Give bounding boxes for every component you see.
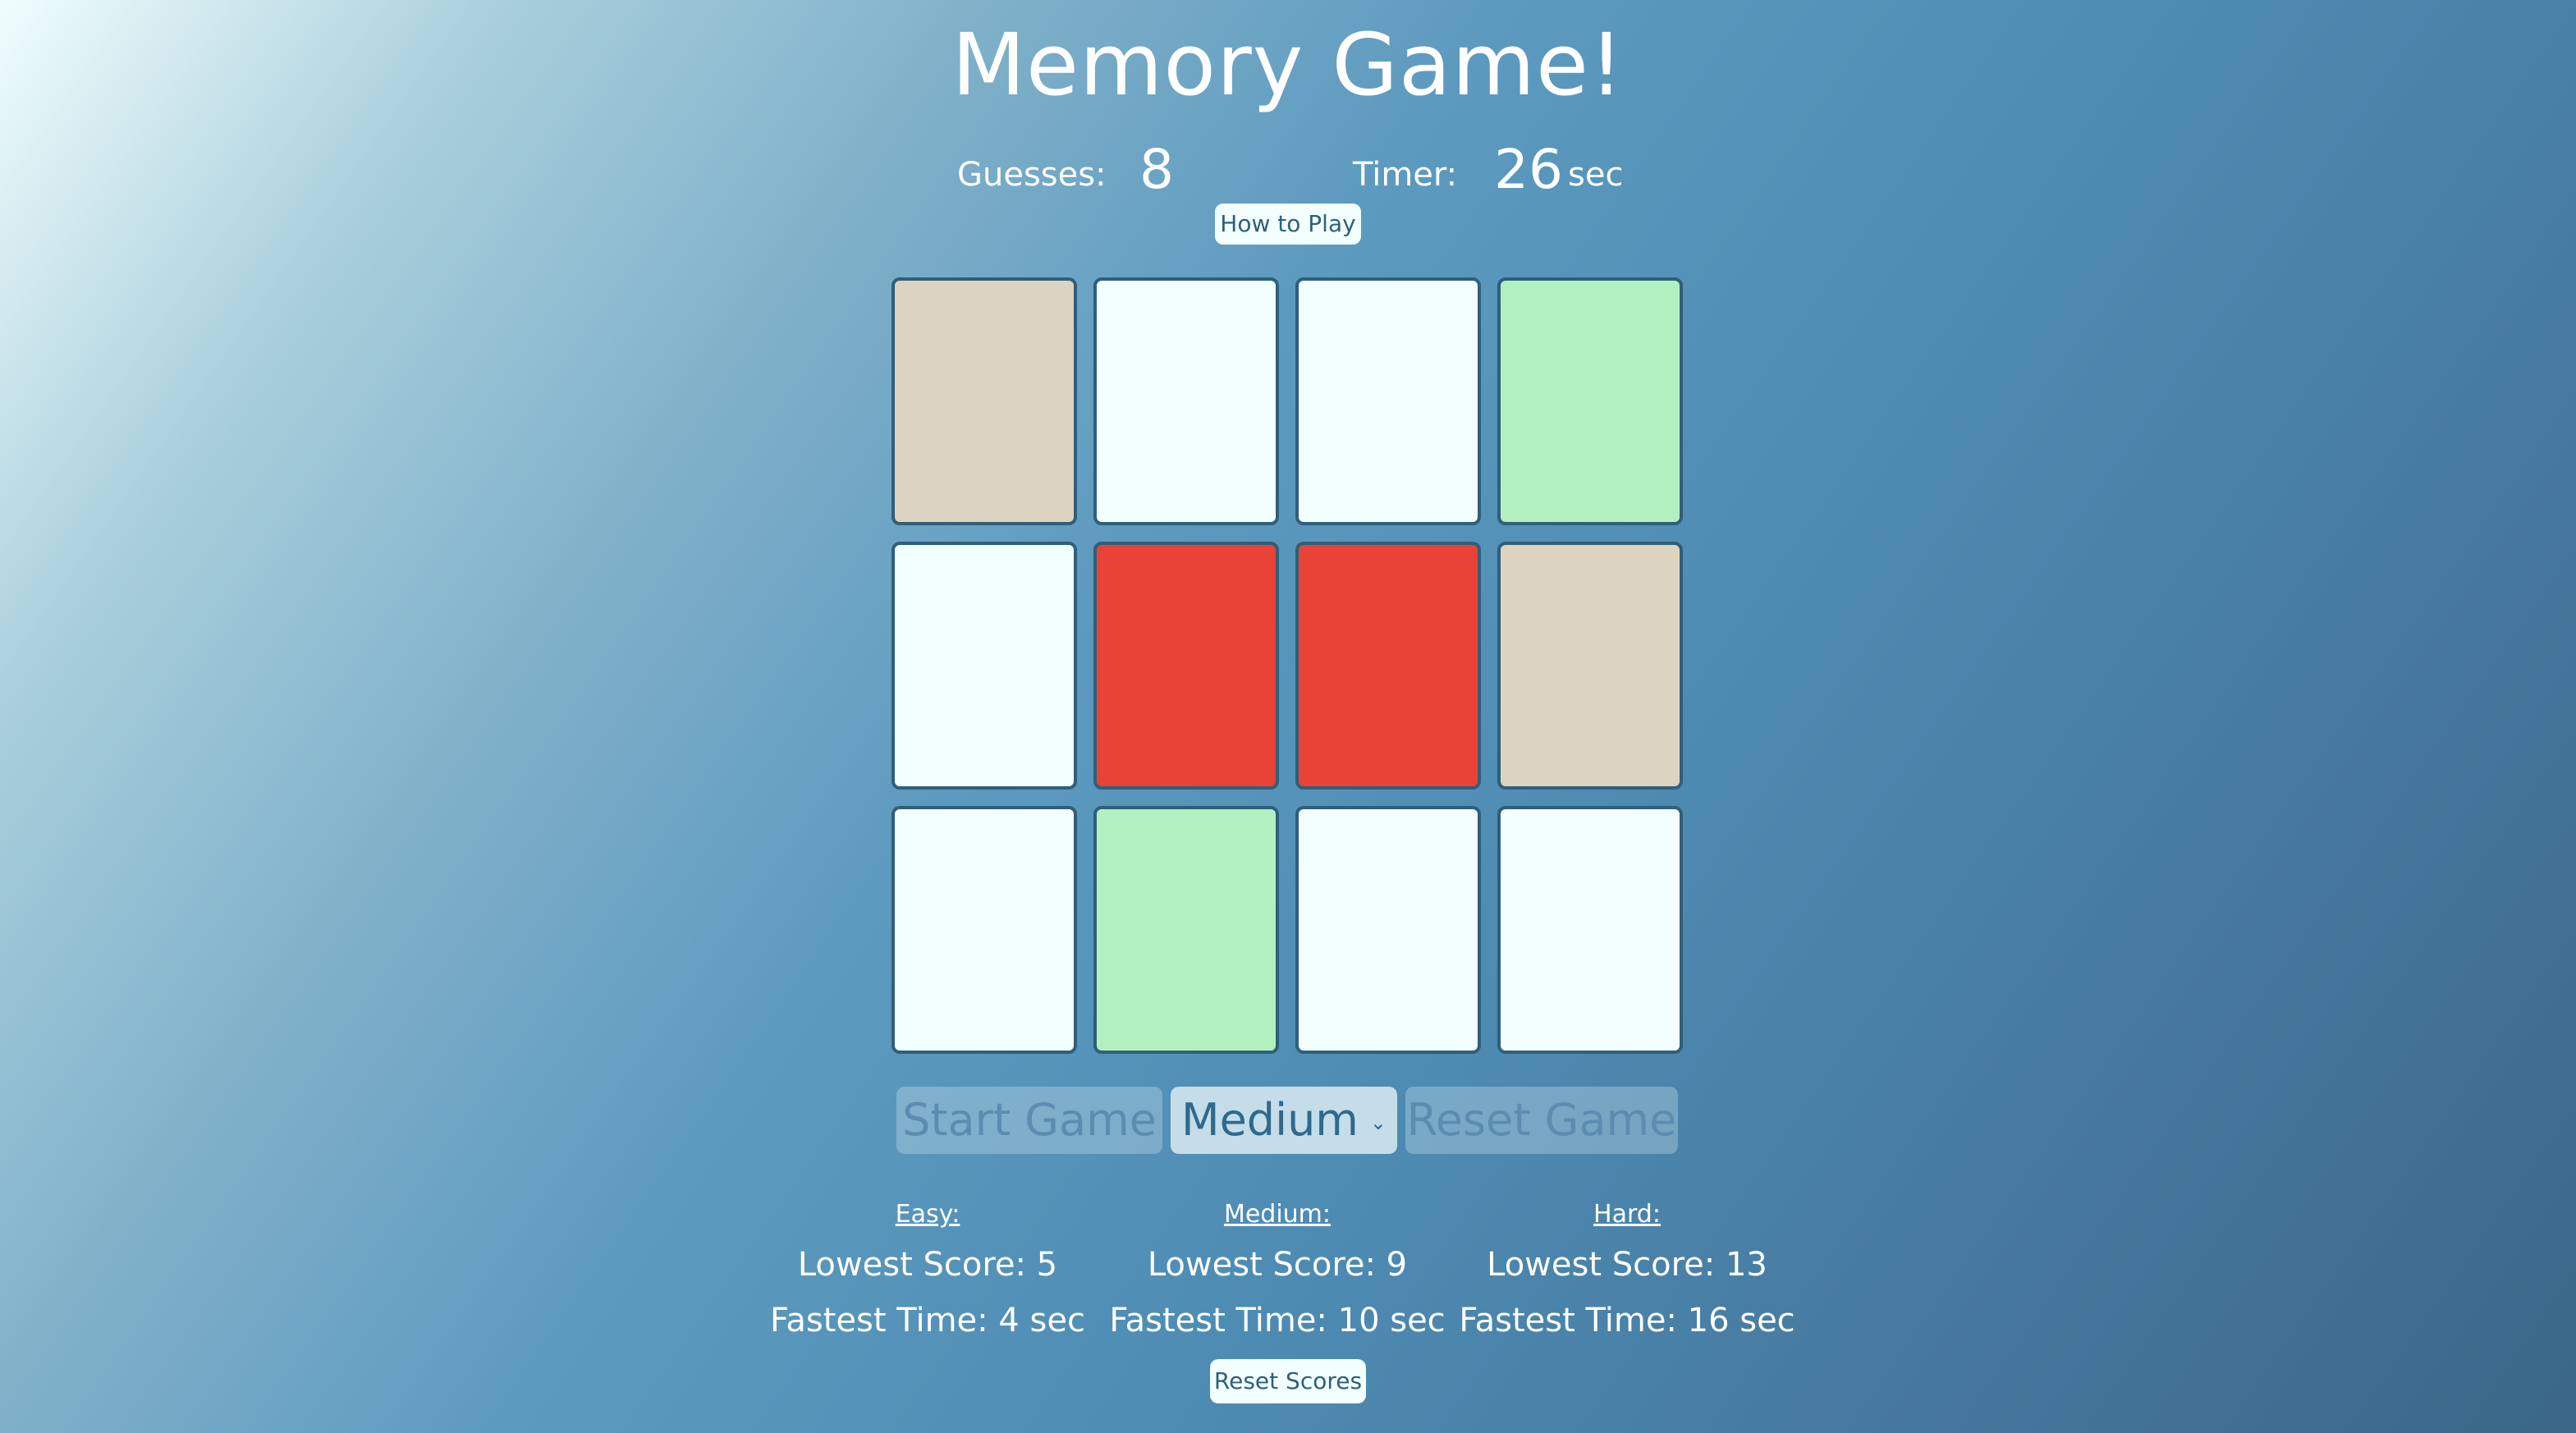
guesses-label: Guesses: <box>957 156 1107 194</box>
chevron-down-icon: ⌄ <box>1369 1111 1387 1135</box>
easy-header: Easy: <box>895 1200 960 1229</box>
memory-card[interactable] <box>1497 806 1683 1054</box>
memory-card[interactable] <box>1093 806 1279 1054</box>
memory-card[interactable] <box>892 806 1077 1054</box>
easy-fastest-time: Fastest Time: 4 sec <box>770 1302 1085 1339</box>
difficulty-select[interactable]: Medium ⌄ <box>1171 1087 1397 1154</box>
timer-label: Timer: <box>1353 156 1458 194</box>
difficulty-value: Medium <box>1180 1094 1359 1146</box>
memory-card[interactable] <box>1295 806 1481 1054</box>
memory-card[interactable] <box>1295 542 1481 790</box>
memory-card[interactable] <box>1497 542 1683 790</box>
how-to-play-button[interactable]: How to Play <box>1215 204 1361 245</box>
medium-header: Medium: <box>1223 1200 1332 1229</box>
memory-card[interactable] <box>1093 277 1279 525</box>
medium-lowest-score: Lowest Score: 9 <box>1147 1246 1408 1284</box>
memory-card[interactable] <box>1093 542 1279 790</box>
card-grid <box>892 277 1683 1054</box>
reset-scores-button[interactable]: Reset Scores <box>1210 1359 1366 1403</box>
easy-lowest-score: Lowest Score: 5 <box>797 1246 1058 1284</box>
hard-header: Hard: <box>1593 1200 1661 1229</box>
hard-lowest-score: Lowest Score: 13 <box>1487 1246 1767 1284</box>
memory-card[interactable] <box>1497 277 1683 525</box>
reset-game-button[interactable]: Reset Game <box>1405 1087 1678 1154</box>
page-title: Memory Game! <box>951 15 1625 115</box>
hard-fastest-time: Fastest Time: 16 sec <box>1459 1302 1795 1339</box>
timer-unit: sec <box>1568 156 1624 194</box>
start-game-button[interactable]: Start Game <box>896 1087 1162 1154</box>
memory-card[interactable] <box>1295 277 1481 525</box>
reset-game-label: Reset Game <box>1406 1094 1677 1146</box>
timer-value: 26 <box>1494 138 1563 201</box>
memory-card[interactable] <box>892 542 1077 790</box>
guesses-count: 8 <box>1139 138 1174 201</box>
start-game-label: Start Game <box>902 1094 1157 1146</box>
memory-card[interactable] <box>892 277 1077 525</box>
medium-fastest-time: Fastest Time: 10 sec <box>1109 1302 1446 1339</box>
